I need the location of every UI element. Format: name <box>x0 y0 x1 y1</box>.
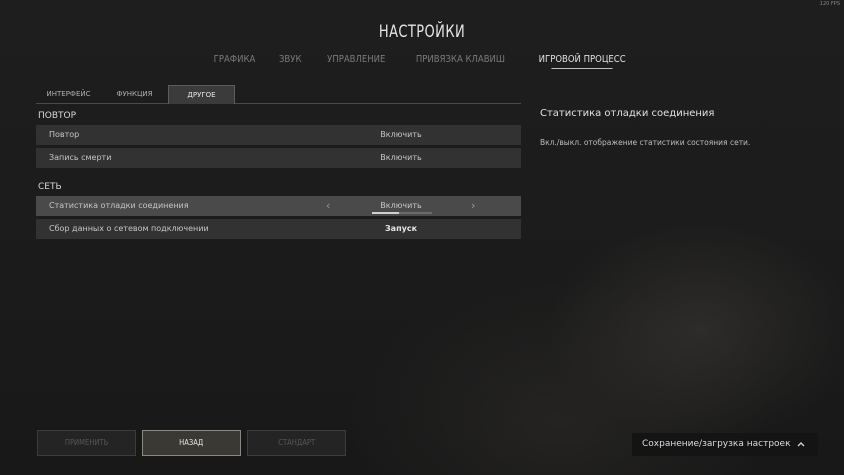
apply-button[interactable]: ПРИМЕНИТЬ <box>37 430 136 456</box>
subtab-other[interactable]: ДРУГОЕ <box>168 85 235 104</box>
fps-counter: 120 FPS <box>819 1 840 7</box>
setting-label: Сбор данных о сетевом подключении <box>49 224 209 233</box>
main-tabs: ГРАФИКА ЗВУК УПРАВЛЕНИЕ ПРИВЯЗКА КЛАВИШ … <box>0 54 844 69</box>
chevron-right-icon[interactable]: › <box>471 196 475 216</box>
launch-button[interactable]: Запуск <box>366 219 436 239</box>
setting-row-death-recording[interactable]: Запись смерти Включить <box>36 148 521 168</box>
setting-row-network-data-collection[interactable]: Сбор данных о сетевом подключении Запуск <box>36 219 521 239</box>
setting-label: Повтор <box>49 130 80 139</box>
description-text: Вкл./выкл. отображение статистики состоя… <box>540 138 751 147</box>
description-title: Статистика отладки соединения <box>540 108 715 119</box>
tab-keybindings[interactable]: ПРИВЯЗКА КЛАВИШ <box>409 54 513 65</box>
setting-label: Статистика отладки соединения <box>49 201 189 210</box>
setting-value[interactable]: Включить <box>366 125 436 145</box>
tab-controls[interactable]: УПРАВЛЕНИЕ <box>319 54 393 65</box>
page-title: НАСТРОЙКИ <box>378 22 466 42</box>
option-indicator-fill <box>372 212 399 214</box>
subtab-function[interactable]: ФУНКЦИЯ <box>102 85 167 103</box>
setting-value[interactable]: Включить <box>366 148 436 168</box>
chevron-up-icon <box>796 433 806 465</box>
tab-sound[interactable]: ЗВУК <box>272 54 310 65</box>
sub-tabs: ИНТЕРФЕЙС ФУНКЦИЯ ДРУГОЕ <box>36 85 521 104</box>
setting-row-connection-debug-stats[interactable]: Статистика отладки соединения ‹ Включить… <box>36 196 521 216</box>
tab-graphics[interactable]: ГРАФИКА <box>206 54 263 65</box>
subtab-interface[interactable]: ИНТЕРФЕЙС <box>36 85 101 103</box>
tab-gameplay[interactable]: ИГРОВОЙ ПРОЦЕСС <box>531 54 633 69</box>
section-network-title: СЕТЬ <box>38 182 62 192</box>
back-button[interactable]: НАЗАД <box>142 430 241 456</box>
save-load-label: Сохранение/загрузка настроек <box>642 439 791 449</box>
setting-label: Запись смерти <box>49 153 112 162</box>
chevron-left-icon[interactable]: ‹ <box>326 196 330 216</box>
section-replay-title: ПОВТОР <box>38 111 77 121</box>
save-load-settings-button[interactable]: Сохранение/загрузка настроек <box>632 433 818 456</box>
default-button[interactable]: СТАНДАРТ <box>247 430 346 456</box>
setting-row-replay[interactable]: Повтор Включить <box>36 125 521 145</box>
